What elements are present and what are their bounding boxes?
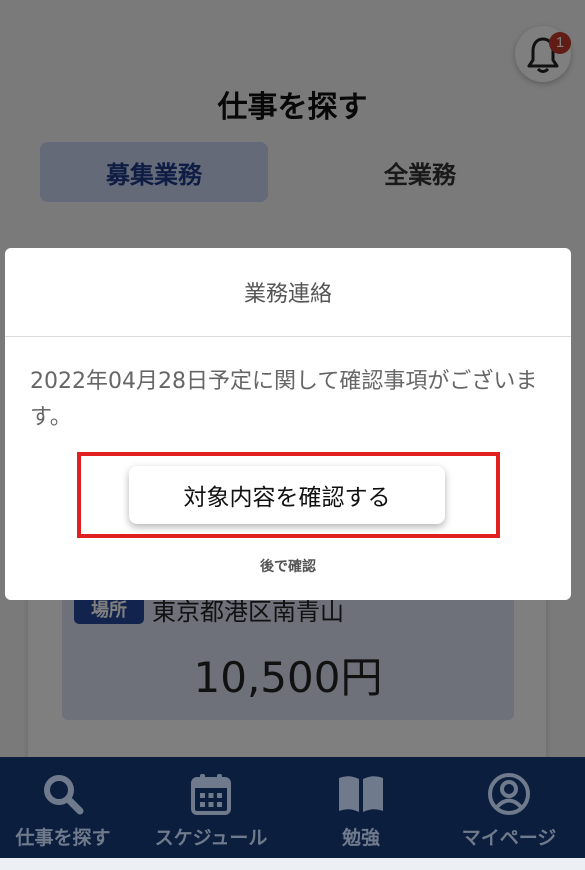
nav-label: 勉強 <box>341 827 380 849</box>
bottom-nav: 仕事を探す スケジュール 勉強 マイページ <box>0 757 585 858</box>
confirm-content-button[interactable]: 対象内容を確認する <box>129 466 445 524</box>
modal-title: 業務連絡 <box>243 282 332 307</box>
notice-modal: 業務連絡 2022年04月28日予定に関して確認事項がございます。 対象内容を確… <box>5 248 571 600</box>
modal-divider <box>5 336 571 337</box>
nav-label: スケジュール <box>154 827 268 849</box>
nav-item-my-page[interactable]: マイページ <box>436 757 582 858</box>
nav-item-search-jobs[interactable]: 仕事を探す <box>0 757 136 858</box>
user-icon <box>488 773 530 815</box>
search-icon <box>44 775 84 815</box>
modal-message: 2022年04月28日予定に関して確認事項がございます。 <box>30 369 538 430</box>
book-icon <box>339 776 383 812</box>
nav-item-schedule[interactable]: スケジュール <box>138 757 284 858</box>
home-indicator-area <box>0 858 585 870</box>
calendar-icon <box>191 774 231 815</box>
confirm-later-link[interactable]: 後で確認 <box>5 556 571 576</box>
nav-item-study[interactable]: 勉強 <box>288 757 434 858</box>
nav-label: マイページ <box>461 827 557 849</box>
nav-label: 仕事を探す <box>15 827 111 849</box>
